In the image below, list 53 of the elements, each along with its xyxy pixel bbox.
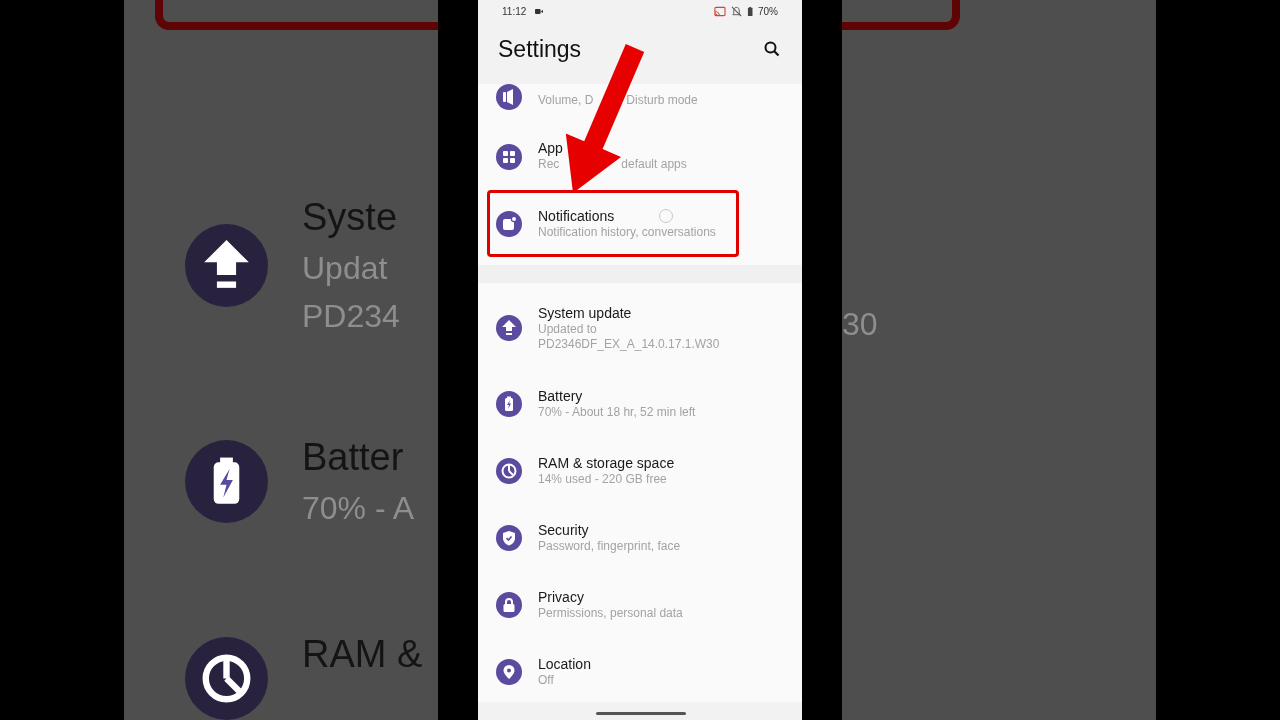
setting-title: Syste bbox=[302, 195, 399, 240]
setting-title: Batter bbox=[302, 435, 405, 480]
setting-title: Notifications bbox=[538, 207, 615, 225]
battery-icon bbox=[496, 390, 522, 417]
gesture-bar[interactable] bbox=[595, 711, 686, 715]
cast-icon bbox=[713, 5, 726, 17]
setting-subtitle: 70% - A bbox=[302, 489, 415, 528]
battery-icon bbox=[746, 5, 753, 17]
setting-title: Security bbox=[538, 521, 589, 539]
setting-subtitle: Rec bbox=[538, 157, 560, 171]
setting-subtitle: Updated to PD2346DF_EX_A_14.0.17.1.W30 bbox=[538, 321, 720, 351]
settings-item[interactable]: System update Updated to PD2346DF_EX_A_14.0.17.1.W30 bbox=[487, 283, 739, 370]
setting-title: Location bbox=[538, 655, 591, 673]
search-icon[interactable] bbox=[764, 41, 780, 57]
setting-subtitle: Permissions, personal data bbox=[538, 606, 683, 620]
settings-item[interactable]: Location Off bbox=[487, 638, 739, 705]
location-pin-icon bbox=[496, 658, 522, 685]
battery-percentage: 70% bbox=[758, 5, 778, 17]
setting-title: System update bbox=[538, 303, 632, 322]
grid-icon bbox=[496, 143, 522, 170]
video-camera-icon bbox=[535, 7, 544, 15]
setting-title: Privacy bbox=[538, 588, 584, 606]
setting-subtitle: Volume, D bbox=[538, 93, 594, 107]
settings-item[interactable]: RAM & storage space 14% used - 220 GB free bbox=[487, 437, 739, 504]
settings-item[interactable]: App Rec default apps bbox=[487, 123, 739, 190]
battery-icon bbox=[185, 439, 268, 523]
shield-icon bbox=[496, 524, 522, 551]
pie-chart-icon bbox=[496, 457, 522, 484]
clock: 11:12 bbox=[502, 5, 527, 17]
setting-title: Battery bbox=[538, 387, 583, 405]
settings-item[interactable]: Privacy Permissions, personal data bbox=[487, 571, 739, 638]
setting-title: App bbox=[538, 139, 563, 157]
setting-title: RAM & bbox=[302, 632, 423, 677]
setting-subtitle: 70% - About 18 hr, 52 min left bbox=[538, 405, 696, 419]
notification-icon bbox=[496, 210, 522, 237]
setting-subtitle: PD234 bbox=[302, 297, 400, 336]
page-title: Settings bbox=[498, 35, 582, 63]
setting-subtitle: Off bbox=[538, 673, 554, 687]
setting-subtitle: Updat bbox=[302, 249, 389, 288]
speaker-icon bbox=[496, 84, 522, 110]
settings-item[interactable]: Battery 70% - About 18 hr, 52 min left bbox=[487, 370, 739, 437]
setting-subtitle: Password, fingerprint, face bbox=[538, 539, 681, 553]
setting-subtitle: Disturb mode bbox=[626, 93, 698, 107]
settings-item[interactable]: Notifications Notification history, conversations bbox=[487, 190, 739, 257]
muted-bell-icon bbox=[730, 5, 742, 17]
setting-subtitle: 30 bbox=[842, 305, 879, 344]
setting-subtitle: default apps bbox=[621, 157, 687, 171]
pie-chart-icon bbox=[185, 637, 268, 720]
settings-item[interactable]: Security Password, fingerprint, face bbox=[487, 504, 739, 571]
setting-subtitle: Notification history, conversations bbox=[538, 225, 716, 239]
setting-title: RAM & storage space bbox=[538, 454, 675, 472]
lock-icon bbox=[496, 591, 522, 618]
setting-subtitle: 14% used - 220 GB free bbox=[538, 472, 667, 486]
